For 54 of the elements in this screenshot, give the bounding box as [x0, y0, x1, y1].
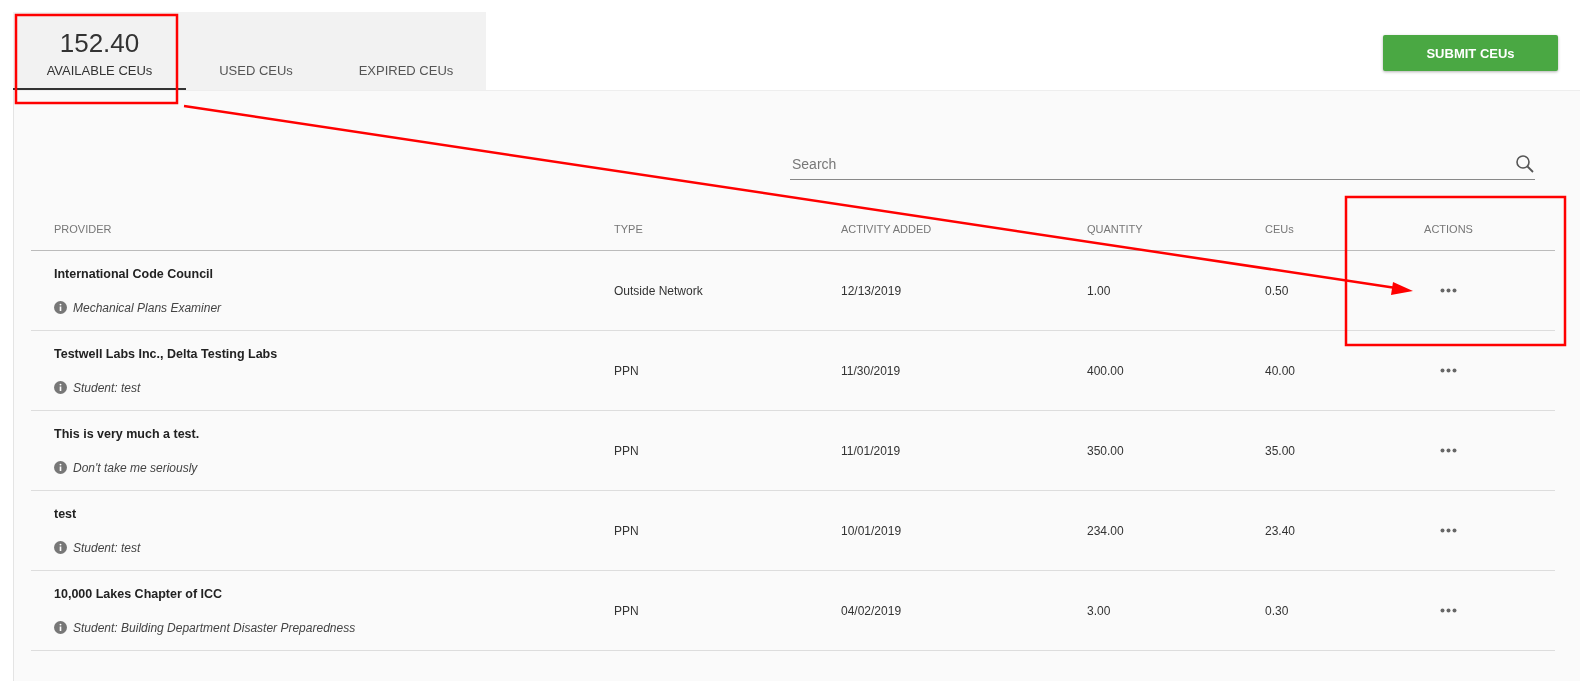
table-cell: 40.00 — [1265, 363, 1296, 378]
more-icon[interactable] — [1440, 288, 1457, 293]
info-icon — [54, 461, 67, 474]
info-icon — [54, 541, 67, 554]
more-icon[interactable] — [1440, 368, 1457, 373]
table-cell: 04/02/2019 — [841, 603, 902, 618]
info-icon — [54, 381, 67, 394]
column-header: ACTIVITY ADDED — [841, 223, 932, 235]
more-icon[interactable] — [1440, 448, 1457, 453]
column-header: TYPE — [614, 223, 643, 235]
more-icon[interactable] — [1440, 608, 1457, 613]
provider-note: Mechanical Plans Examiner — [73, 300, 222, 315]
table-cell: PPN — [614, 603, 639, 618]
table-cell: 35.00 — [1265, 443, 1296, 458]
table-cell: 3.00 — [1087, 603, 1111, 618]
provider-name: 10,000 Lakes Chapter of ICC — [54, 586, 223, 601]
provider-note: Don't take me seriously — [73, 460, 198, 475]
provider-name: Testwell Labs Inc., Delta Testing Labs — [54, 346, 278, 361]
table-cell: 1.00 — [1087, 283, 1111, 298]
table-cell: 400.00 — [1087, 363, 1124, 378]
provider-note: Student: Building Department Disaster Preparedness — [73, 620, 356, 635]
search-icon[interactable] — [1515, 154, 1535, 174]
table-cell: PPN — [614, 363, 639, 378]
tab[interactable]: EXPIRED CEUs — [326, 12, 486, 90]
table-cell: 11/30/2019 — [841, 363, 901, 378]
tab-label: EXPIRED CEUs — [358, 63, 454, 78]
tab-label: USED CEUs — [219, 63, 293, 78]
info-icon — [54, 621, 67, 634]
table-cell: 23.40 — [1265, 523, 1296, 538]
provider-note: Student: test — [73, 380, 141, 395]
provider-name: This is very much a test. — [54, 426, 200, 441]
table-cell: 0.30 — [1265, 603, 1289, 618]
column-header: QUANTITY — [1087, 223, 1143, 235]
column-header: CEUs — [1265, 223, 1294, 235]
table-cell: 234.00 — [1087, 523, 1124, 538]
table-cell: Outside Network — [614, 283, 703, 298]
table-cell: 10/01/2019 — [841, 523, 902, 538]
info-icon — [54, 301, 67, 314]
provider-name: test — [54, 506, 77, 521]
table-cell: 0.50 — [1265, 283, 1289, 298]
table-cell: PPN — [614, 443, 639, 458]
column-header: ACTIONS — [1424, 223, 1473, 235]
table-cell: 11/01/2019 — [841, 443, 901, 458]
search-field[interactable]: Search — [790, 155, 1515, 173]
provider-name: International Code Council — [54, 266, 214, 281]
tab[interactable]: USED CEUs — [186, 12, 326, 90]
table-cell: 350.00 — [1087, 443, 1124, 458]
tab-value: 152.40 — [59, 28, 140, 59]
column-header: PROVIDER — [54, 223, 112, 235]
table-cell: PPN — [614, 523, 639, 538]
table-cell: 12/13/2019 — [841, 283, 902, 298]
more-icon[interactable] — [1440, 528, 1457, 533]
tab-label: AVAILABLE CEUs — [46, 63, 153, 78]
provider-note: Student: test — [73, 540, 141, 555]
